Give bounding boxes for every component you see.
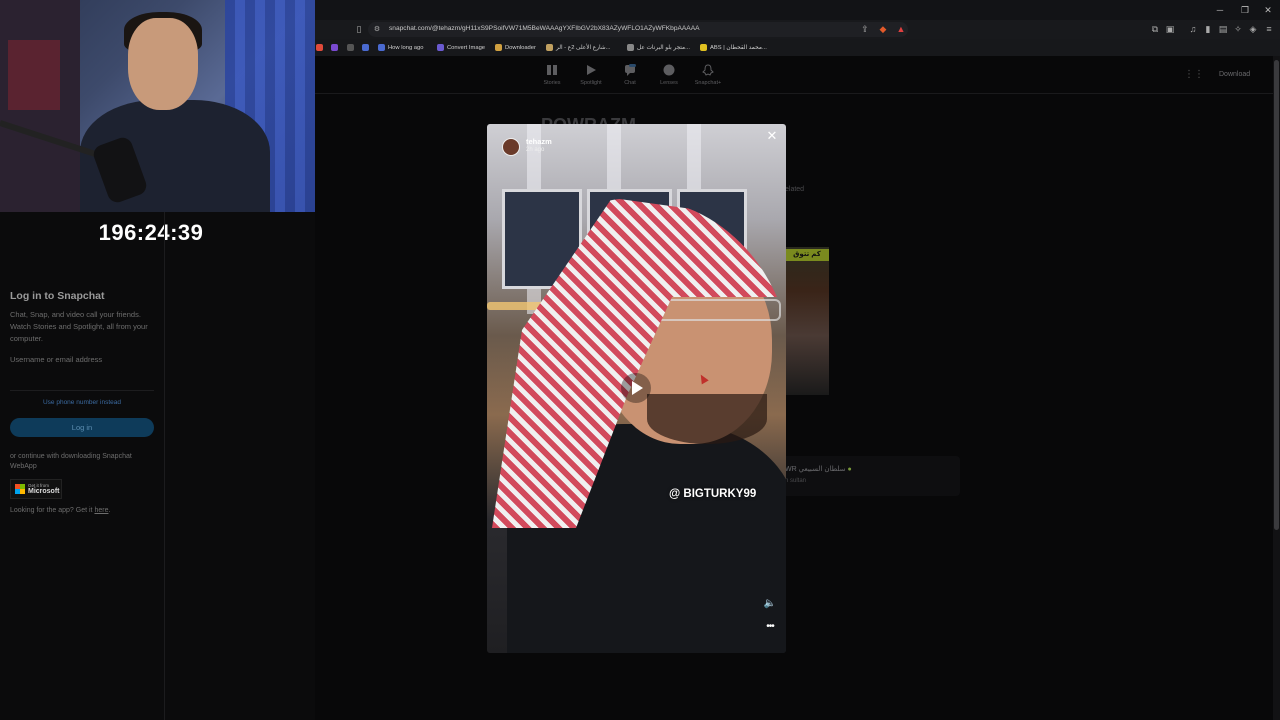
login-button[interactable]: Log in bbox=[10, 418, 154, 437]
nav-spotlight[interactable]: Spotlight bbox=[571, 64, 611, 86]
vpn-icon[interactable]: ◈ bbox=[1248, 24, 1258, 34]
volume-icon[interactable]: 🔈 bbox=[763, 597, 777, 611]
site-icon bbox=[546, 44, 553, 51]
bookmark-convert-image[interactable]: Convert Image bbox=[437, 42, 485, 53]
play-icon[interactable] bbox=[621, 373, 651, 403]
sidebar-icon[interactable]: ▮ bbox=[1203, 24, 1213, 34]
apps-grid-icon[interactable]: ⋮⋮ bbox=[1184, 69, 1204, 81]
site-info-icon[interactable]: ⚙ bbox=[372, 25, 382, 35]
thumbnail-banner: كم تتوق bbox=[785, 249, 829, 261]
wallet-icon[interactable]: ▤ bbox=[1218, 24, 1228, 34]
browser-titlebar bbox=[315, 0, 1280, 20]
use-phone-link[interactable]: Use phone number instead bbox=[10, 399, 154, 406]
verified-icon: ● bbox=[847, 466, 852, 473]
scrollbar-thumb[interactable] bbox=[1274, 60, 1279, 530]
store-icon bbox=[627, 44, 634, 51]
download-link[interactable]: Download bbox=[1219, 71, 1250, 78]
music-icon[interactable]: ♫ bbox=[1188, 24, 1198, 34]
bookmark-s-icon[interactable] bbox=[331, 42, 338, 53]
leo-ai-icon[interactable]: ✧ bbox=[1233, 24, 1243, 34]
close-icon[interactable]: ✕ bbox=[764, 128, 780, 144]
image-icon bbox=[437, 44, 444, 51]
restore-icon[interactable]: ❐ bbox=[1233, 2, 1257, 18]
spotlight-icon bbox=[587, 65, 596, 75]
username-label: Username or email address bbox=[10, 355, 103, 364]
poster bbox=[8, 40, 60, 110]
nav-lenses[interactable]: Lenses bbox=[649, 64, 689, 86]
related-tab[interactable]: elated bbox=[785, 186, 804, 193]
microsoft-logo-icon bbox=[15, 484, 25, 494]
story-caption: @ BIGTURKY99 bbox=[669, 488, 757, 500]
continue-text: or continue with downloading Snapchat We… bbox=[10, 453, 132, 470]
profile-card[interactable] bbox=[782, 456, 960, 496]
bookmark-downloader[interactable]: Downloader bbox=[495, 42, 536, 53]
username-input[interactable] bbox=[10, 368, 154, 391]
bookmark-c-icon[interactable] bbox=[347, 42, 354, 53]
bookmark-street[interactable]: شارع الأعلى 2ع - الر... bbox=[546, 42, 611, 53]
bookmark-folder-icon[interactable] bbox=[316, 42, 323, 53]
streamer-face bbox=[128, 18, 198, 110]
microsoft-store-badge[interactable]: Get it from Microsoft bbox=[10, 479, 62, 499]
close-window-icon[interactable]: ✕ bbox=[1256, 2, 1280, 18]
login-title: Log in to Snapchat bbox=[10, 290, 105, 302]
chat-icon bbox=[625, 64, 636, 76]
bookmark-store[interactable]: متجر بلو البرنات عل... bbox=[627, 42, 690, 53]
abs-icon bbox=[700, 44, 707, 51]
more-options-icon[interactable]: ••• bbox=[763, 622, 777, 632]
nav-divider bbox=[315, 93, 1273, 94]
download-icon bbox=[495, 44, 502, 51]
story-username[interactable]: tehazm bbox=[526, 137, 552, 146]
ms-badge-big-text: Microsoft bbox=[28, 488, 60, 495]
clock-icon bbox=[378, 44, 385, 51]
app-download-text: Looking for the app? Get it here. bbox=[10, 507, 110, 514]
share-icon[interactable]: ⇪ bbox=[860, 24, 870, 34]
ghost-icon bbox=[702, 64, 714, 76]
brave-rewards-icon[interactable]: ▲ bbox=[896, 24, 906, 34]
url-text[interactable]: snapchat.com/@tehazm/gH11xS9PSoifVW71M5B… bbox=[389, 25, 700, 32]
nav-stories[interactable]: Stories bbox=[532, 64, 572, 86]
profile-card-handle: n sultan bbox=[785, 478, 807, 484]
brave-shield-icon[interactable]: ◆ bbox=[878, 24, 888, 34]
story-avatar[interactable] bbox=[502, 138, 520, 156]
extensions-icon[interactable]: ⧉ bbox=[1150, 24, 1160, 34]
login-description: Chat, Snap, and video call your friends.… bbox=[10, 310, 148, 343]
webcam-overlay bbox=[0, 0, 315, 212]
stories-icon bbox=[547, 65, 557, 75]
bookmark-how-long-ago[interactable]: How long ago bbox=[378, 42, 423, 53]
bookmark-icon[interactable]: ▯ bbox=[354, 24, 364, 34]
nav-chat[interactable]: Chat bbox=[610, 64, 650, 86]
screenshot-icon[interactable]: ▣ bbox=[1165, 24, 1175, 34]
looking-text: Looking for the app? Get it bbox=[10, 507, 95, 514]
get-app-link[interactable]: here bbox=[94, 507, 108, 514]
bookmark-link-icon[interactable] bbox=[362, 42, 369, 53]
related-thumbnail[interactable] bbox=[785, 247, 829, 395]
minimize-icon[interactable]: ─ bbox=[1208, 2, 1232, 18]
lenses-icon bbox=[663, 64, 675, 76]
story-timestamp: 2h ago bbox=[526, 147, 545, 153]
looking-text-end: . bbox=[108, 507, 111, 514]
bookmark-abs[interactable]: ABS | محمد القحطان... bbox=[700, 42, 767, 53]
menu-icon[interactable]: ≡ bbox=[1264, 24, 1274, 34]
profile-card-name: WR سلطان السبيعي ● bbox=[785, 466, 852, 473]
nav-snapchat-plus[interactable]: Snapchat+ bbox=[688, 64, 728, 86]
